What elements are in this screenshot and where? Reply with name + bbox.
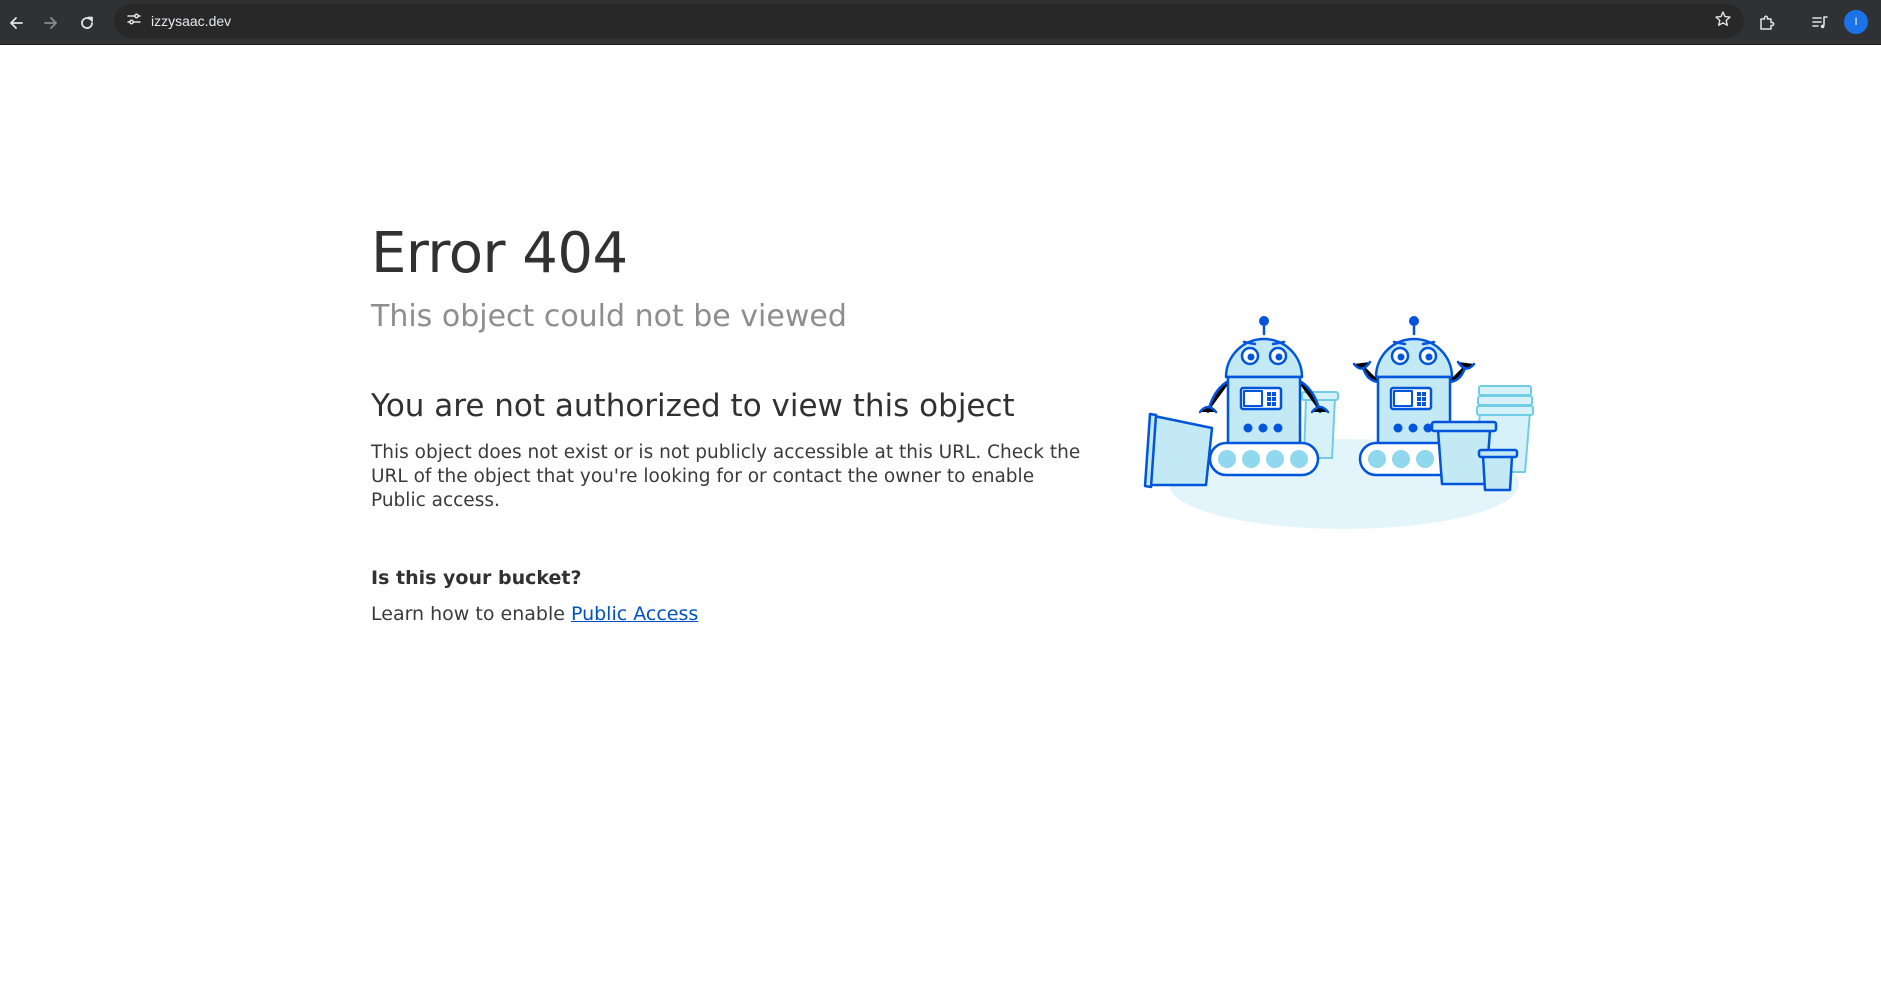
bucket-question: Is this your bucket? — [371, 567, 582, 589]
forward-button[interactable] — [36, 8, 66, 38]
url-text[interactable]: izzysaac.dev — [151, 4, 231, 38]
site-info-button[interactable] — [124, 11, 144, 31]
reload-icon — [79, 15, 95, 31]
browser-toolbar: izzysaac.dev I — [0, 0, 1881, 45]
extensions-button[interactable] — [1752, 8, 1782, 38]
learn-text: Learn how to enable Public Access — [371, 601, 698, 627]
back-button[interactable] — [1, 8, 31, 38]
puzzle-icon — [1758, 14, 1776, 32]
learn-prefix: Learn how to enable — [371, 603, 565, 625]
page-subtitle: This object could not be viewed — [371, 299, 847, 334]
error-heading: You are not authorized to view this obje… — [371, 388, 1015, 424]
reload-button[interactable] — [72, 8, 102, 38]
robots-illustration — [1143, 316, 1534, 529]
star-icon — [1714, 10, 1732, 32]
page-title: Error 404 — [371, 221, 628, 286]
arrow-right-icon — [43, 15, 59, 31]
robot-left-icon — [1198, 316, 1330, 477]
tune-icon — [126, 11, 142, 31]
queue-music-icon — [1811, 14, 1829, 32]
bookmark-button[interactable] — [1710, 8, 1736, 34]
media-controls-button[interactable] — [1805, 8, 1835, 38]
public-access-link[interactable]: Public Access — [571, 603, 698, 625]
error-description: This object does not exist or is not pub… — [371, 442, 1081, 511]
profile-avatar[interactable]: I — [1844, 10, 1868, 34]
tipped-bucket-icon — [1143, 412, 1214, 489]
address-bar[interactable]: izzysaac.dev — [114, 4, 1744, 38]
arrow-left-icon — [8, 15, 24, 31]
